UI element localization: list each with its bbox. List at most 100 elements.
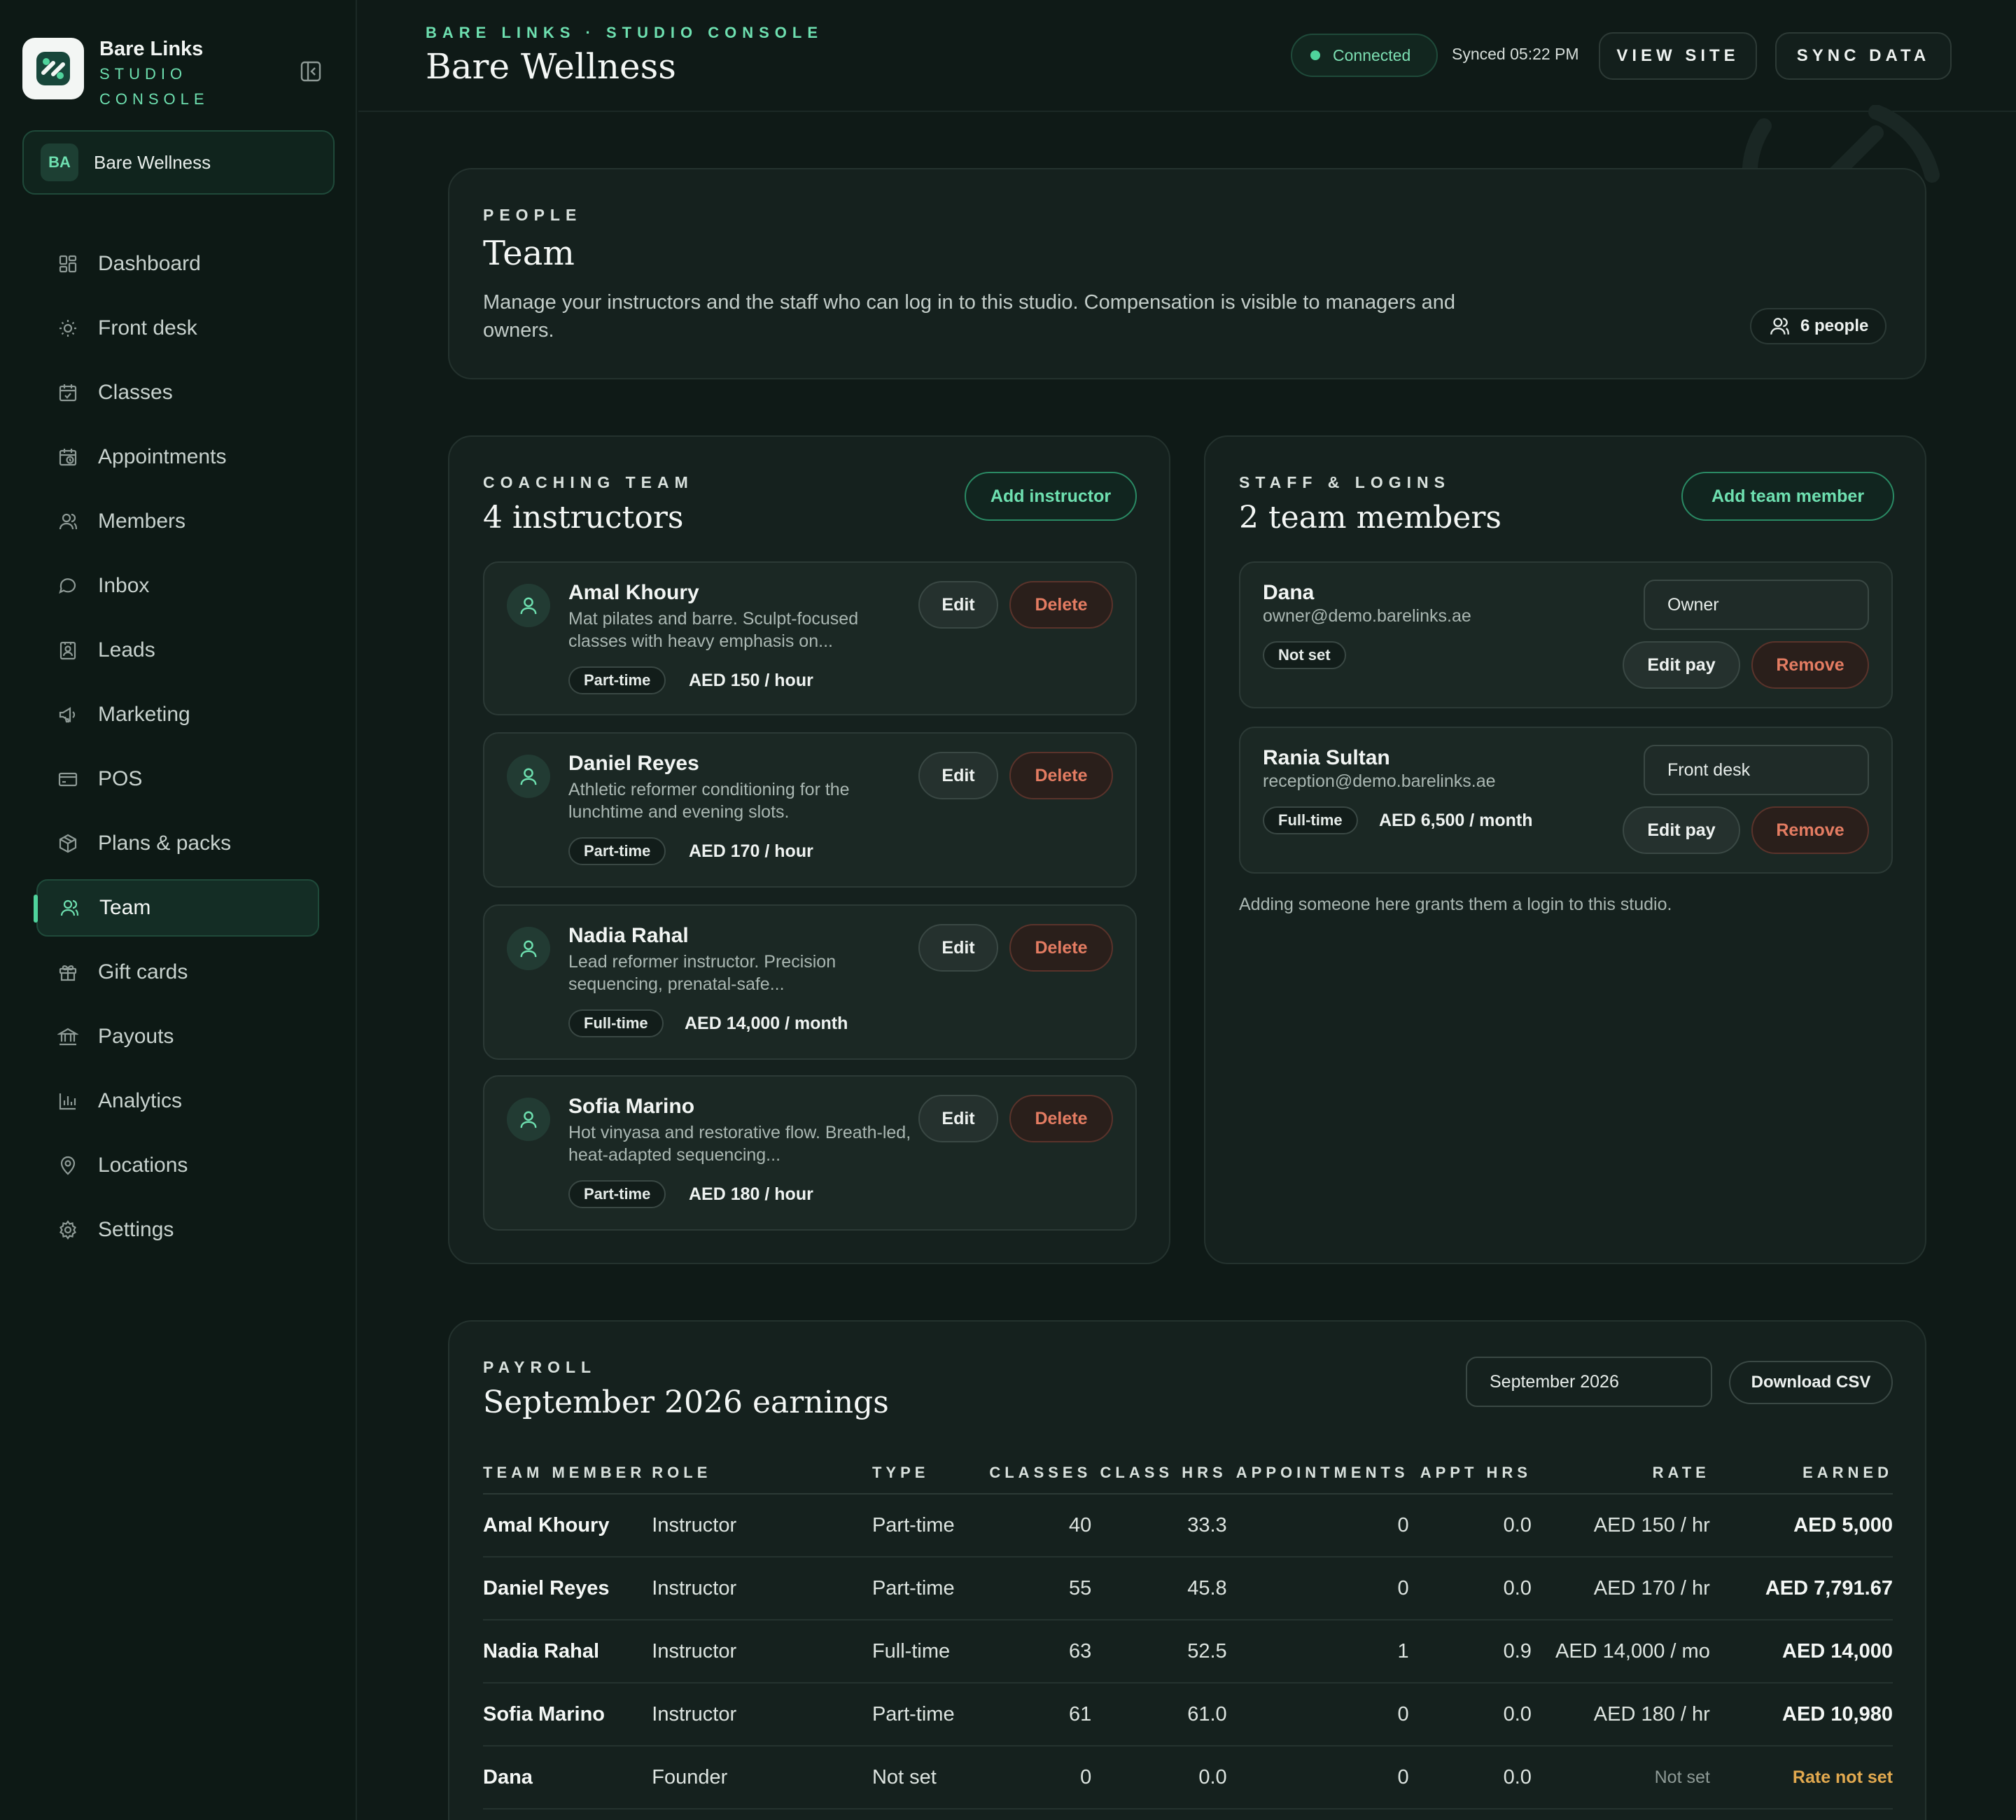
collapse-sidebar-icon[interactable] — [300, 60, 322, 83]
instructor-card-amal-khoury[interactable]: Amal Khoury Mat pilates and barre. Sculp… — [483, 561, 1137, 715]
cell-classes: 63 — [989, 1620, 1092, 1684]
brand-sub-line1: STUDIO — [99, 65, 188, 83]
sidebar-item-gift-cards[interactable]: Gift cards — [36, 944, 319, 1001]
employment-type-badge: Part-time — [568, 837, 666, 865]
sidebar: Bare Links STUDIO CONSOLE BA Bare Wellne… — [0, 0, 357, 1820]
staff-email: owner@demo.barelinks.ae — [1263, 606, 1471, 626]
download-csv-button[interactable]: Download CSV — [1729, 1361, 1893, 1404]
studio-switcher[interactable]: BA Bare Wellness — [22, 130, 335, 195]
edit-instructor-button[interactable]: Edit — [918, 752, 998, 799]
employment-type-badge: Part-time — [568, 666, 666, 694]
instructor-card-sofia-marino[interactable]: Sofia Marino Hot vinyasa and restorative… — [483, 1075, 1137, 1231]
delete-instructor-button[interactable]: Delete — [1009, 924, 1113, 972]
sidebar-item-appointments[interactable]: Appointments — [36, 428, 319, 486]
table-row[interactable]: Sofia Marino Instructor Part-time 61 61.… — [483, 1683, 1893, 1746]
table-header-row: TEAM MEMBER ROLE TYPE CLASSES CLASS HRS … — [483, 1452, 1893, 1494]
cell-role: Instructor — [652, 1557, 872, 1620]
view-site-button[interactable]: VIEW SITE — [1599, 32, 1757, 80]
sidebar-item-team[interactable]: Team — [34, 879, 319, 937]
sidebar-nav: Dashboard Front desk Classes Appointment… — [34, 235, 319, 1266]
cell-appointments: 1 — [1226, 1620, 1409, 1684]
edit-pay-button[interactable]: Edit pay — [1623, 641, 1740, 689]
table-row[interactable]: Dana Founder Not set 0 0.0 0 0.0 Not set… — [483, 1746, 1893, 1809]
sidebar-item-label: Front desk — [98, 316, 197, 340]
coaching-title: 4 instructors — [483, 500, 684, 536]
sidebar-item-label: Members — [98, 510, 186, 533]
sidebar-item-pos[interactable]: POS — [36, 750, 319, 808]
role-select[interactable]: Front desk — [1644, 745, 1869, 795]
sidebar-item-dashboard[interactable]: Dashboard — [36, 235, 319, 293]
people-card: PEOPLE Team Manage your instructors and … — [448, 168, 1926, 379]
map-pin-icon — [60, 1156, 76, 1175]
staff-card-dana[interactable]: Dana owner@demo.barelinks.ae Not set Own… — [1239, 561, 1893, 708]
staff-card-rania-sultan[interactable]: Rania Sultan reception@demo.barelinks.ae… — [1239, 727, 1893, 874]
edit-instructor-button[interactable]: Edit — [918, 924, 998, 972]
remove-member-button[interactable]: Remove — [1751, 641, 1869, 689]
bank-icon — [57, 1028, 78, 1046]
remove-member-button[interactable]: Remove — [1751, 806, 1869, 854]
cell-type: Not set — [872, 1746, 990, 1809]
instructor-name: Sofia Marino — [568, 1095, 695, 1118]
sidebar-item-label: Appointments — [98, 445, 227, 468]
add-team-member-button[interactable]: Add team member — [1681, 472, 1894, 521]
people-count-badge: 6 people — [1750, 308, 1887, 344]
sidebar-item-settings[interactable]: Settings — [36, 1201, 319, 1259]
sidebar-item-inbox[interactable]: Inbox — [36, 557, 319, 615]
sidebar-item-analytics[interactable]: Analytics — [36, 1072, 319, 1130]
connection-status-badge: Connected — [1291, 34, 1438, 77]
column-header: APPOINTMENTS — [1226, 1452, 1409, 1494]
staff-email: reception@demo.barelinks.ae — [1263, 771, 1496, 791]
instructor-card-nadia-rahal[interactable]: Nadia Rahal Lead reformer instructor. Pr… — [483, 904, 1137, 1060]
employment-type-badge: Full-time — [1263, 806, 1358, 834]
delete-instructor-button[interactable]: Delete — [1009, 581, 1113, 629]
sidebar-item-payouts[interactable]: Payouts — [36, 1008, 319, 1065]
header-eyebrow: BARE LINKS · STUDIO CONSOLE — [426, 24, 824, 41]
cell-earned: AED 5,000 — [1709, 1494, 1893, 1558]
table-row[interactable]: Amal Khoury Instructor Part-time 40 33.3… — [483, 1494, 1893, 1558]
sidebar-item-label: Dashboard — [98, 252, 201, 275]
bar-chart-icon — [59, 1093, 76, 1110]
cell-classes: 40 — [989, 1494, 1092, 1558]
role-select[interactable]: Owner — [1644, 580, 1869, 630]
edit-pay-button[interactable]: Edit pay — [1623, 806, 1740, 854]
sync-data-button[interactable]: SYNC DATA — [1775, 32, 1952, 80]
synced-timestamp: Synced 05:22 PM — [1452, 45, 1579, 63]
studio-name: Bare Wellness — [94, 151, 211, 173]
add-instructor-button[interactable]: Add instructor — [965, 472, 1137, 521]
instructor-card-daniel-reyes[interactable]: Daniel Reyes Athletic reformer condition… — [483, 732, 1137, 888]
delete-instructor-button[interactable]: Delete — [1009, 1095, 1113, 1142]
edit-instructor-button[interactable]: Edit — [918, 1095, 998, 1142]
sidebar-item-classes[interactable]: Classes — [36, 364, 319, 421]
column-header: CLASS HRS — [1091, 1452, 1227, 1494]
payroll-month-select[interactable]: September 2026 — [1466, 1357, 1712, 1407]
coaching-team-card: COACHING TEAM 4 instructors Add instruct… — [448, 435, 1170, 1264]
package-icon — [59, 834, 77, 853]
table-row[interactable]: Nadia Rahal Instructor Full-time 63 52.5… — [483, 1620, 1893, 1684]
staff-rate: AED 6,500 / month — [1379, 811, 1533, 830]
table-row[interactable]: Daniel Reyes Instructor Part-time 55 45.… — [483, 1557, 1893, 1620]
sidebar-item-marketing[interactable]: Marketing — [36, 686, 319, 743]
avatar — [507, 927, 550, 970]
sidebar-item-label: Gift cards — [98, 960, 188, 983]
user-icon — [520, 940, 537, 958]
sidebar-item-plans-packs[interactable]: Plans & packs — [36, 815, 319, 872]
team-icon — [1770, 318, 1789, 335]
edit-instructor-button[interactable]: Edit — [918, 581, 998, 629]
delete-instructor-button[interactable]: Delete — [1009, 752, 1113, 799]
chat-bubble-icon — [59, 578, 76, 594]
avatar — [507, 584, 550, 627]
sidebar-item-members[interactable]: Members — [36, 493, 319, 550]
cell-member: Dana — [483, 1746, 652, 1809]
sidebar-item-label: Plans & packs — [98, 832, 232, 855]
cell-member: Nadia Rahal — [483, 1620, 652, 1684]
gear-icon — [59, 1220, 77, 1240]
sidebar-item-leads[interactable]: Leads — [36, 622, 319, 679]
instructor-description: Lead reformer instructor. Precision sequ… — [568, 952, 836, 994]
sidebar-item-front-desk[interactable]: Front desk — [36, 300, 319, 357]
staff-name: Dana — [1263, 581, 1315, 604]
instructor-name: Daniel Reyes — [568, 752, 699, 775]
payroll-table: TEAM MEMBER ROLE TYPE CLASSES CLASS HRS … — [483, 1452, 1893, 1809]
brand[interactable]: Bare Links STUDIO CONSOLE — [22, 38, 209, 111]
pay-status-badge: Not set — [1263, 641, 1346, 669]
sidebar-item-locations[interactable]: Locations — [36, 1137, 319, 1194]
